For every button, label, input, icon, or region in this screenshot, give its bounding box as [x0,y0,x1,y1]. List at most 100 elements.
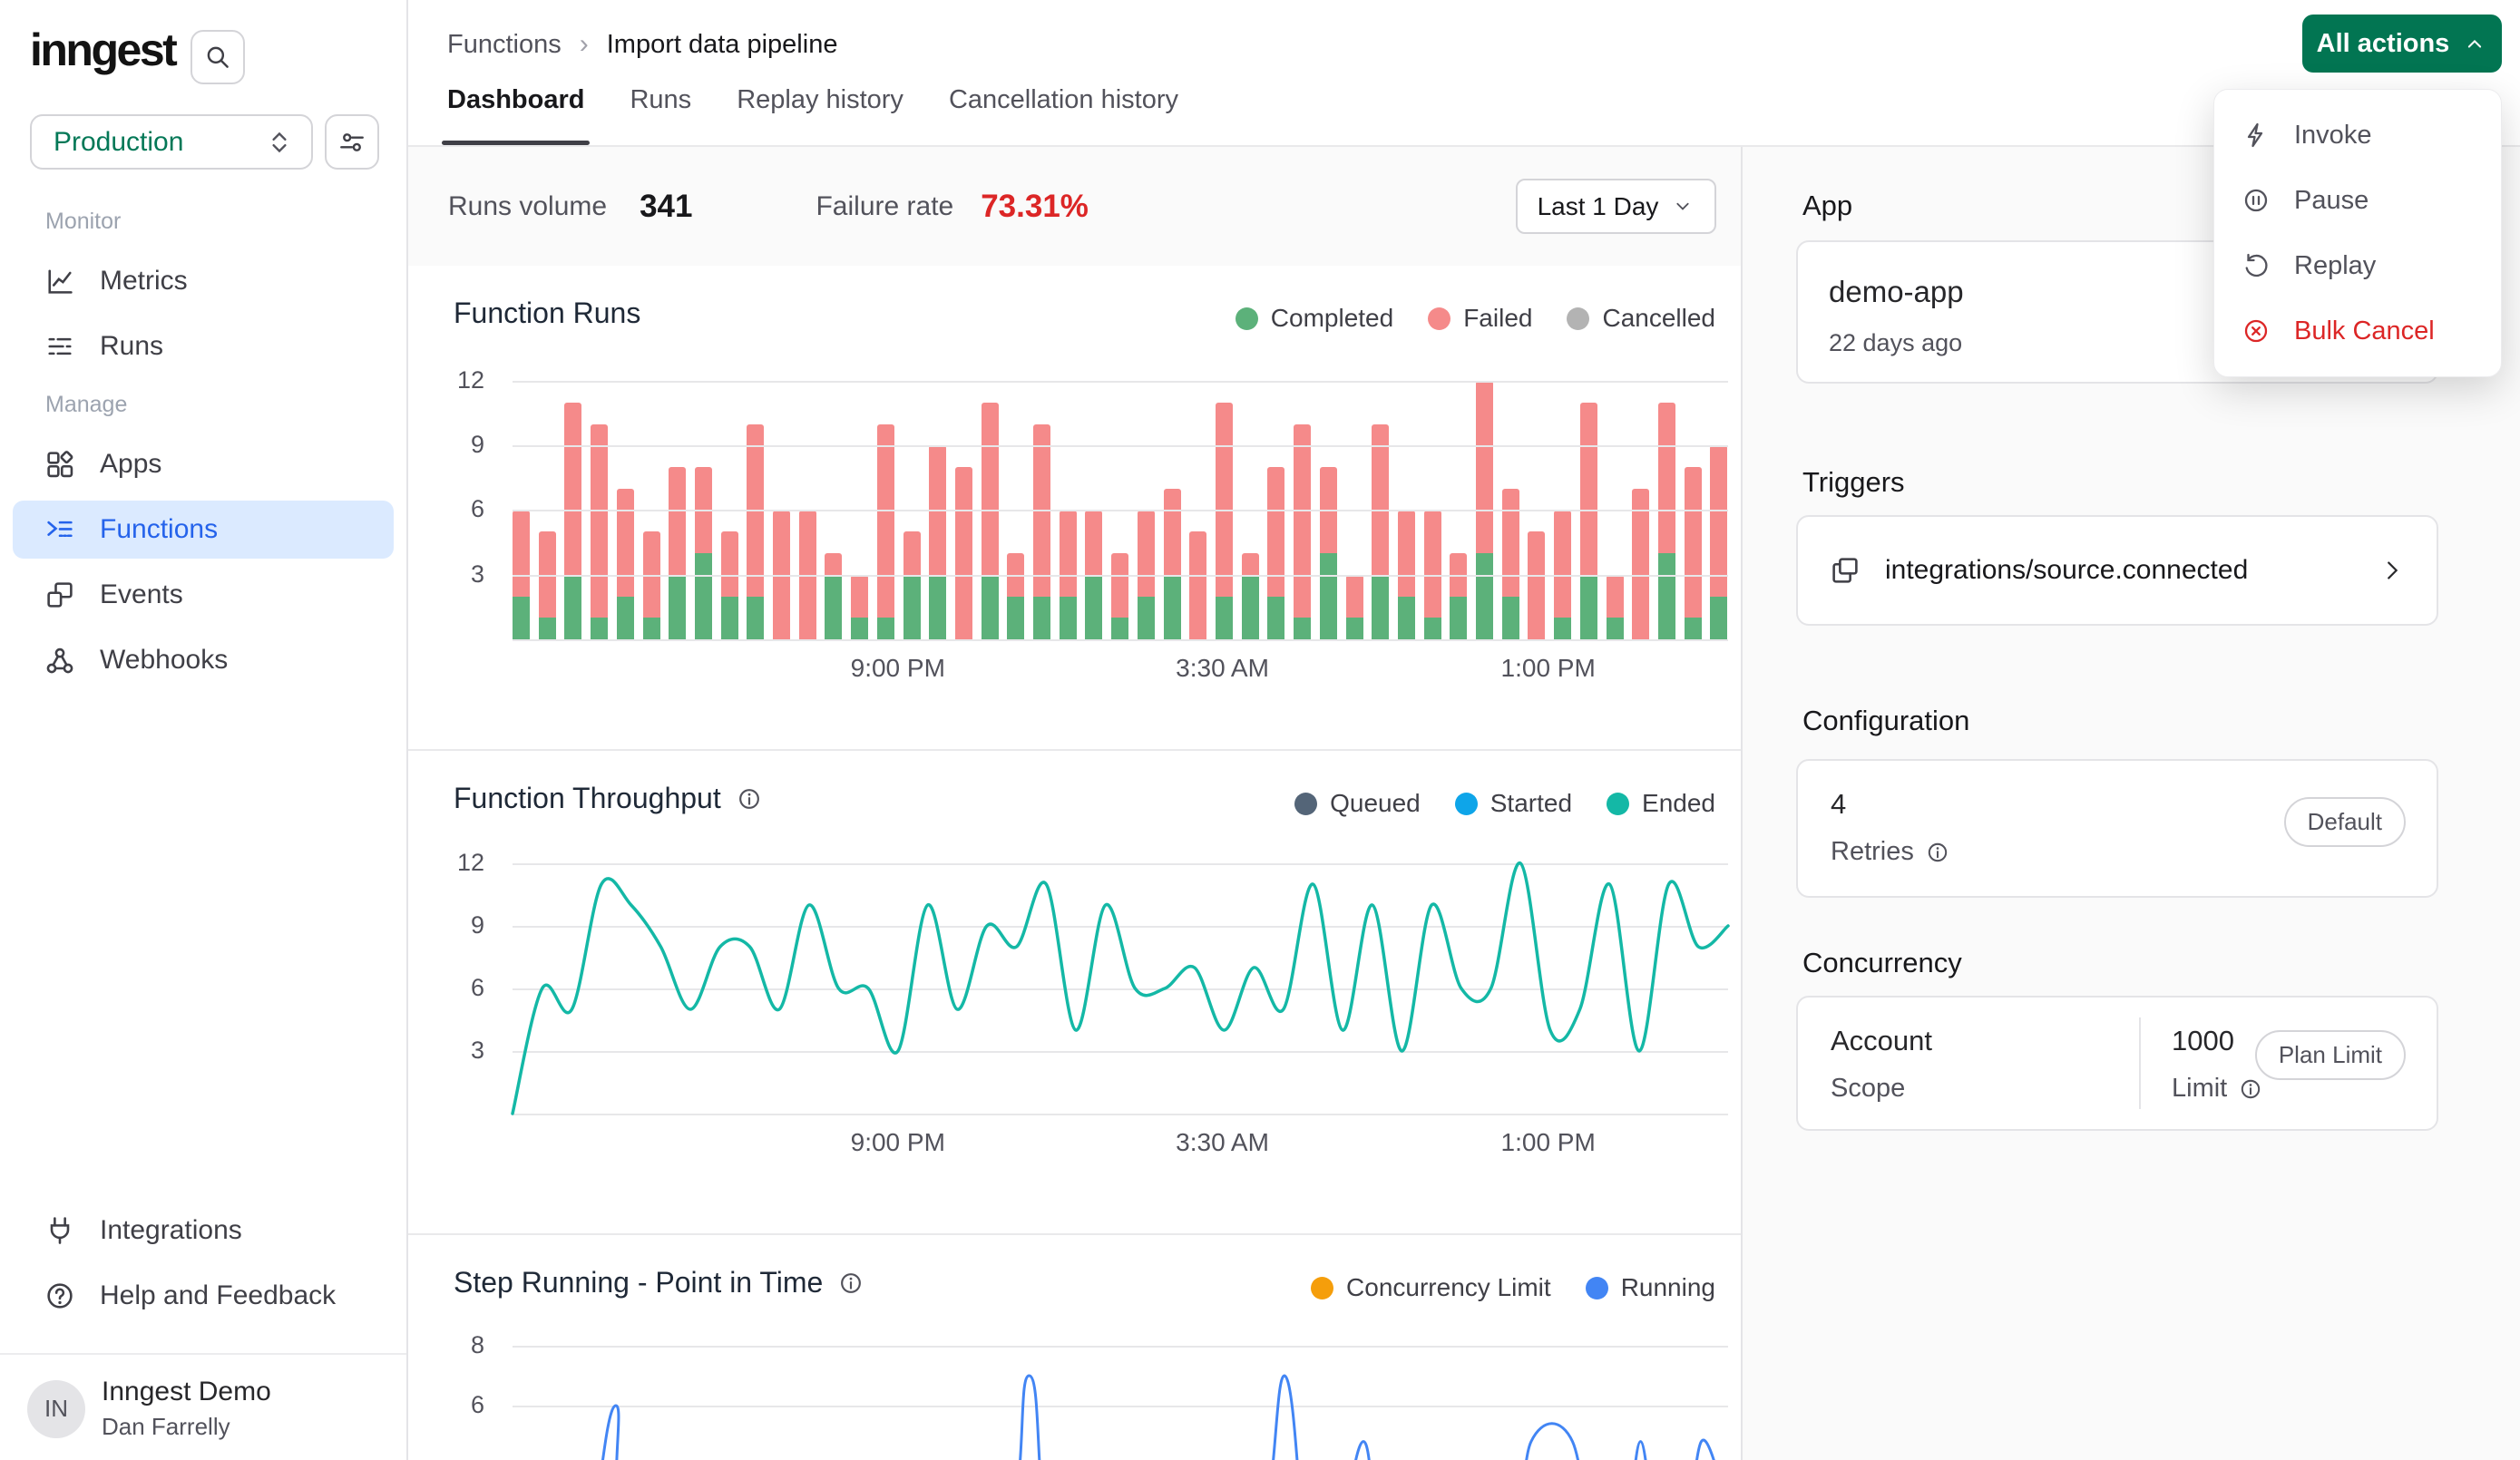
bar-completed-segment [982,575,999,639]
trigger-row[interactable]: integrations/source.connected [1798,517,2437,624]
environment-select[interactable]: Production [30,114,313,170]
menu-item-label: Pause [2294,186,2369,216]
sidebar-item-label: Apps [100,449,161,480]
legend-item-started[interactable]: Started [1455,789,1572,818]
run-bar [1607,575,1624,639]
metrics-icon [44,265,76,297]
all-actions-menu: Invoke Pause ReplayBulk Cancel [2213,89,2502,377]
menu-item-pause[interactable]: Pause [2214,168,2501,233]
sidebar-item-webhooks[interactable]: Webhooks [13,631,394,689]
sidebar-item-help-and-feedback[interactable]: Help and Feedback [13,1267,394,1325]
legend-item-completed[interactable]: Completed [1236,304,1393,333]
menu-item-invoke[interactable]: Invoke [2214,102,2501,168]
sidebar-item-label: Integrations [100,1215,242,1246]
run-bar [1216,403,1233,639]
run-bar [1189,531,1206,639]
app-name: demo-app [1829,275,1964,309]
sidebar-item-runs[interactable]: Runs [13,317,394,375]
bar-completed-segment [1372,575,1389,639]
y-axis-tick: 12 [408,366,484,394]
run-bar [1320,467,1337,639]
bar-completed-segment [747,597,764,640]
functions-icon [44,513,76,546]
info-icon[interactable] [2238,1076,2263,1102]
run-bar [1111,553,1128,639]
legend-item-running[interactable]: Running [1586,1273,1715,1302]
run-bar [929,445,946,639]
sidebar-item-apps[interactable]: Apps [13,435,394,493]
integrations-icon [44,1214,76,1247]
step-running-section: Step Running - Point in Time Concurrency… [408,1233,1741,1460]
menu-item-label: Invoke [2294,121,2371,151]
tab-cancellation-history[interactable]: Cancellation history [949,85,1178,145]
legend-label: Concurrency Limit [1346,1273,1551,1302]
bar-failed-segment [721,531,738,596]
sidebar-divider [0,1353,406,1355]
sidebar-item-events[interactable]: Events [13,566,394,624]
legend-item-cancelled[interactable]: Cancelled [1567,304,1715,333]
bar-failed-segment [1502,489,1519,597]
tab-dashboard[interactable]: Dashboard [447,85,584,145]
legend-item-concurrency-limit[interactable]: Concurrency Limit [1311,1273,1551,1302]
search-button[interactable] [190,30,245,84]
bar-completed-segment [539,618,556,639]
run-bar [539,531,556,639]
time-range-select[interactable]: Last 1 Day [1516,179,1716,234]
bar-completed-segment [1685,618,1702,639]
info-icon[interactable] [837,1270,864,1297]
legend-item-ended[interactable]: Ended [1607,789,1715,818]
run-bar [1372,424,1389,640]
bar-completed-segment [825,575,842,639]
function-throughput-section: Function Throughput QueuedStartedEnded 1… [408,749,1741,1233]
run-bar [695,467,712,639]
chevron-up-icon [2462,31,2487,56]
y-axis-tick: 8 [408,1331,484,1359]
sidebar-item-functions[interactable]: Functions [13,501,394,559]
bar-completed-segment [591,618,608,639]
run-bar [1658,403,1675,639]
tab-bar: Dashboard Runs Replay history Cancellation … [447,85,1178,145]
app-updated: 22 days ago [1829,329,1962,357]
sidebar-item-metrics[interactable]: Metrics [13,252,394,310]
concurrency-heading: Concurrency [1802,947,1962,979]
plan-limit-badge: Plan Limit [2255,1030,2406,1080]
info-icon[interactable] [1925,840,1950,865]
tab-runs[interactable]: Runs [630,85,691,145]
user-name: Dan Farrelly [102,1413,271,1441]
sidebar-item-label: Help and Feedback [100,1280,336,1311]
gridline [513,575,1728,577]
bar-completed-segment [1320,553,1337,639]
run-bar [591,424,608,640]
webhooks-icon [44,644,76,676]
legend-item-failed[interactable]: Failed [1428,304,1532,333]
bar-completed-segment [903,575,921,639]
run-bar [1267,467,1284,639]
menu-item-replay[interactable]: Replay [2214,233,2501,298]
function-runs-title: Function Runs [454,297,640,330]
pause-icon [2242,186,2271,215]
info-icon[interactable] [736,785,763,813]
bar-completed-segment [1424,618,1441,639]
run-bar [955,467,972,639]
menu-item-bulk-cancel[interactable]: Bulk Cancel [2214,298,2501,364]
breadcrumb-functions[interactable]: Functions [447,30,562,60]
user-menu[interactable]: IN Inngest Demo Dan Farrelly [27,1377,390,1441]
concurrency-divider [2139,1017,2141,1109]
sidebar-item-label: Webhooks [100,645,228,676]
legend-item-queued[interactable]: Queued [1294,789,1421,818]
bar-failed-segment [825,553,842,575]
y-axis-tick: 6 [408,1391,484,1419]
concurrency-scope-label: Scope [1831,1074,1905,1104]
tab-replay-history[interactable]: Replay history [737,85,903,145]
bar-failed-segment [1216,403,1233,597]
runs-volume-value: 341 [640,189,692,225]
bar-completed-segment [877,618,894,639]
all-actions-button[interactable]: All actions [2302,15,2502,73]
failure-rate-value: 73.31% [981,189,1089,225]
run-bar [825,553,842,639]
bar-completed-segment [1085,575,1102,639]
sidebar-item-integrations[interactable]: Integrations [13,1202,394,1260]
y-axis-tick: 6 [408,495,484,523]
environment-settings-button[interactable] [325,114,379,170]
section-label-monitor: Monitor [45,209,121,235]
